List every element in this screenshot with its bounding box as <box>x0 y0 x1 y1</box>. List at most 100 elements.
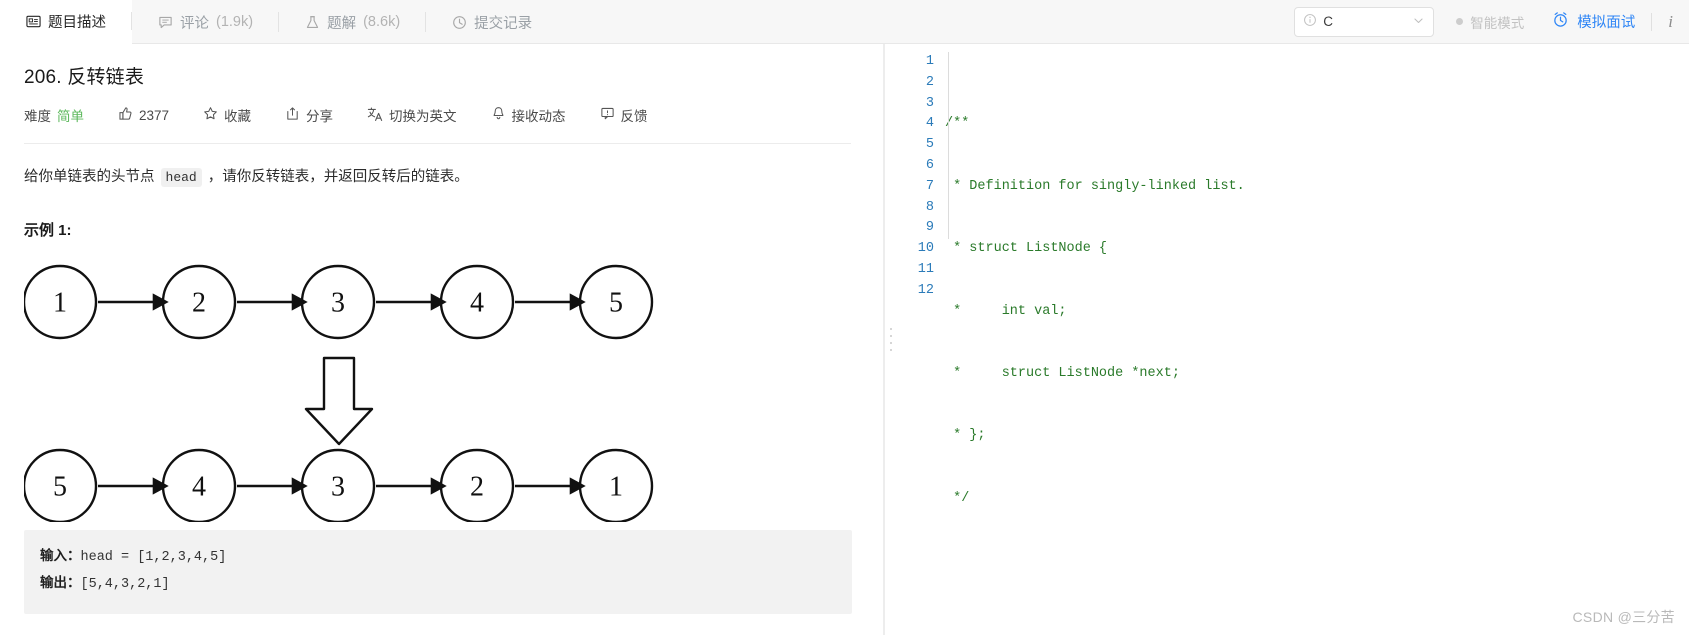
leetcode-problem-page: 题目描述 评论 (1.9k) 题解 (8.6k) <box>0 0 1689 635</box>
mock-interview-button[interactable]: 模拟面试 <box>1552 11 1635 32</box>
code-content[interactable]: /** * Definition for singly-linked list.… <box>945 52 1689 635</box>
info-icon[interactable]: i <box>1668 12 1673 32</box>
clock-icon <box>452 15 467 30</box>
info-circle-icon <box>1303 13 1317 30</box>
example-output-line: 输出：[5,4,3,2,1] <box>40 571 836 598</box>
code-line <box>945 551 1689 572</box>
bell-icon <box>491 106 506 124</box>
line-number: 5 <box>897 135 934 156</box>
tab-submissions[interactable]: 提交记录 <box>426 0 558 44</box>
difficulty-value: 简单 <box>57 105 84 125</box>
linked-list-figure: 1 2 3 4 5 5 4 3 2 1 <box>24 254 851 524</box>
line-number: 9 <box>897 218 934 239</box>
line-number: 8 <box>897 198 934 219</box>
code-line: * }; <box>945 426 1689 447</box>
like-count: 2377 <box>139 108 169 123</box>
node-label: 2 <box>192 288 206 319</box>
star-icon <box>203 106 218 124</box>
flask-icon <box>305 15 320 30</box>
node-label: 4 <box>192 472 206 503</box>
fold-guide-line <box>948 52 949 239</box>
node-label: 3 <box>331 472 345 503</box>
tab-label: 提交记录 <box>474 12 532 33</box>
subscribe-label: 接收动态 <box>512 105 566 125</box>
code-line: */ <box>945 489 1689 510</box>
problem-meta-row: 难度 简单 2377 收藏 <box>24 105 851 125</box>
chevron-down-icon <box>1412 14 1425 30</box>
code-line: /** <box>945 114 1689 135</box>
linked-list-diagram: 1 2 3 4 5 5 4 3 2 1 <box>24 254 724 522</box>
inline-code-head: head <box>161 168 202 187</box>
node-label: 5 <box>53 472 67 503</box>
node-label: 2 <box>470 472 484 503</box>
input-value: head = [1,2,3,4,5] <box>81 550 227 565</box>
tab-comments[interactable]: 评论 (1.9k) <box>132 0 279 44</box>
header-divider <box>1651 13 1652 31</box>
down-arrow-icon <box>306 358 372 444</box>
line-number: 4 <box>897 114 934 135</box>
output-label: 输出： <box>40 575 81 590</box>
tab-solutions[interactable]: 题解 (8.6k) <box>279 0 426 44</box>
switch-language-button[interactable]: 切换为英文 <box>367 105 457 125</box>
subscribe-button[interactable]: 接收动态 <box>491 105 566 125</box>
description-part-1: 给你单链表的头节点 <box>24 169 155 185</box>
problem-description: 给你单链表的头节点 head ，请你反转链表，并返回反转后的链表。 <box>24 166 851 189</box>
top-bar: 题目描述 评论 (1.9k) 题解 (8.6k) <box>0 0 1689 44</box>
line-number: 12 <box>897 281 934 302</box>
difficulty: 难度 简单 <box>24 105 84 125</box>
favorite-button[interactable]: 收藏 <box>203 105 251 125</box>
feedback-button[interactable]: 反馈 <box>600 105 648 125</box>
input-label: 输入： <box>40 548 81 563</box>
description-part-2: ，请你反转链表，并返回反转后的链表。 <box>208 169 469 185</box>
comment-icon <box>158 15 173 30</box>
node-label: 4 <box>470 288 484 319</box>
line-number: 11 <box>897 260 934 281</box>
node-label: 3 <box>331 288 345 319</box>
feedback-icon <box>600 106 615 124</box>
share-icon <box>285 106 300 124</box>
code-line: * struct ListNode *next; <box>945 364 1689 385</box>
splitter-grip-icon <box>890 328 892 351</box>
tab-count: (8.6k) <box>363 14 400 30</box>
node-label: 1 <box>53 288 67 319</box>
feedback-label: 反馈 <box>621 105 648 125</box>
top-bar-right: C 智能模式 模拟面试 i <box>1294 0 1689 43</box>
language-select-value: C <box>1323 14 1333 29</box>
line-number: 2 <box>897 73 934 94</box>
watermark: CSDN @三分苦 <box>1573 607 1675 627</box>
favorite-label: 收藏 <box>224 105 251 125</box>
share-label: 分享 <box>306 105 333 125</box>
code-line: * struct ListNode { <box>945 239 1689 260</box>
language-select[interactable]: C <box>1294 7 1434 37</box>
share-button[interactable]: 分享 <box>285 105 333 125</box>
tab-label: 题目描述 <box>48 11 106 32</box>
line-number: 1 <box>897 52 934 73</box>
pane-splitter[interactable] <box>884 44 897 635</box>
line-number: 10 <box>897 239 934 260</box>
output-value: [5,4,3,2,1] <box>81 577 170 592</box>
line-number: 7 <box>897 177 934 198</box>
divider <box>24 143 851 144</box>
line-number: 3 <box>897 94 934 115</box>
example-io-box: 输入：head = [1,2,3,4,5] 输出：[5,4,3,2,1] <box>24 530 852 614</box>
description-icon <box>26 14 41 29</box>
difficulty-label: 难度 <box>24 105 51 125</box>
code-editor[interactable]: 1 2 3 4 5 6 7 8 9 10 11 12 /** * Definit… <box>897 44 1689 635</box>
tab-description[interactable]: 题目描述 <box>0 0 132 44</box>
alarm-clock-icon <box>1552 11 1569 32</box>
node-label: 1 <box>609 472 623 503</box>
tab-label: 评论 <box>180 12 209 33</box>
smart-mode-label: 智能模式 <box>1470 12 1524 32</box>
tab-bar: 题目描述 评论 (1.9k) 题解 (8.6k) <box>0 0 558 44</box>
line-number-gutter: 1 2 3 4 5 6 7 8 9 10 11 12 <box>897 52 945 635</box>
code-editor-pane[interactable]: 1 2 3 4 5 6 7 8 9 10 11 12 /** * Definit… <box>897 44 1689 635</box>
thumbs-up-icon <box>118 106 133 124</box>
example-heading: 示例 1: <box>24 219 851 240</box>
line-number: 6 <box>897 156 934 177</box>
like-button[interactable]: 2377 <box>118 106 169 124</box>
status-dot-icon <box>1456 18 1463 25</box>
smart-mode-toggle[interactable]: 智能模式 <box>1456 12 1524 32</box>
problem-pane: 206. 反转链表 难度 简单 2377 <box>0 44 884 635</box>
code-line: * int val; <box>945 302 1689 323</box>
code-line: * Definition for singly-linked list. <box>945 177 1689 198</box>
